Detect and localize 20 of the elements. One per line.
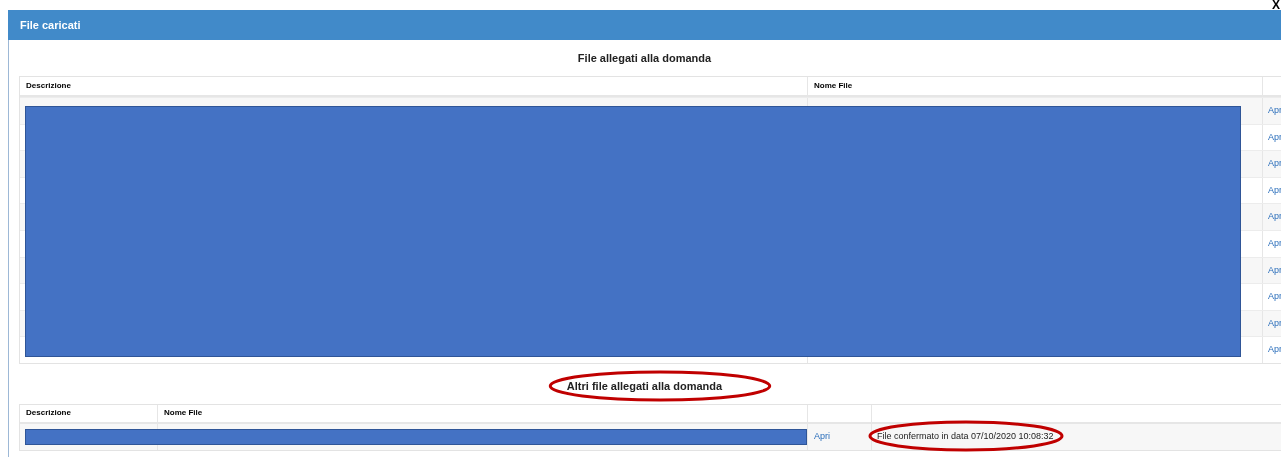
open-link[interactable]: Apr xyxy=(1268,183,1281,198)
column-header: Descrizione xyxy=(20,404,158,422)
section-title: Altri file allegati alla domanda xyxy=(566,378,723,394)
open-link[interactable]: Apri xyxy=(814,430,830,444)
open-link[interactable]: Apr xyxy=(1268,157,1281,171)
open-link[interactable]: Apr xyxy=(1268,263,1281,278)
open-link[interactable]: Apr xyxy=(1268,316,1281,331)
open-link[interactable]: Apr xyxy=(1268,343,1281,357)
section-title: File allegati alla domanda xyxy=(577,50,712,66)
column-header: Nome File xyxy=(158,404,808,422)
open-link[interactable]: Apr xyxy=(1268,237,1281,251)
dialog-title: File caricati xyxy=(20,17,81,33)
close-button[interactable]: X xyxy=(1271,0,1281,10)
open-link[interactable]: Apr xyxy=(1268,130,1281,145)
open-link[interactable]: Apr xyxy=(1268,210,1281,224)
status-text: File confermato in data 07/10/2020 10:08:32 xyxy=(877,430,1054,444)
column-header: Nome File xyxy=(808,77,1263,95)
open-link[interactable]: Apr xyxy=(1268,104,1281,118)
open-link[interactable]: Apr xyxy=(1268,290,1281,304)
column-header: Descrizione xyxy=(20,77,808,95)
